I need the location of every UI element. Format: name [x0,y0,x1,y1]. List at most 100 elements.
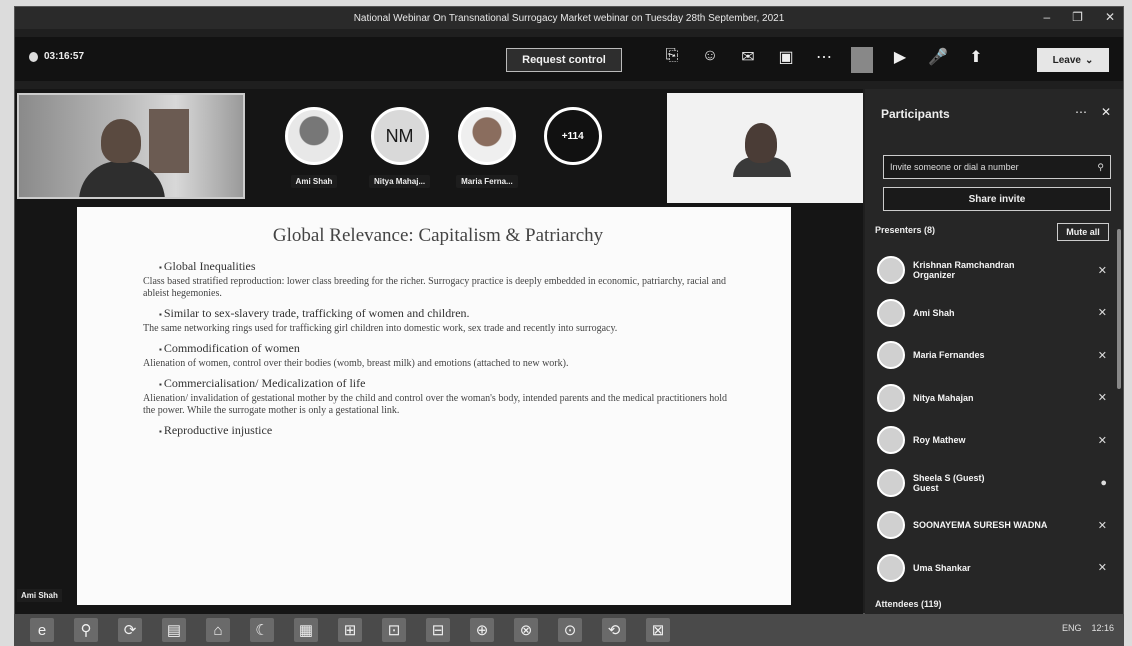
close-panel-icon[interactable]: ✕ [1101,105,1111,119]
avatar [457,107,516,165]
clock[interactable]: 12:16 [1091,623,1114,633]
slide-bullet: Global Inequalities [159,259,731,274]
leave-button[interactable]: Leave ⌄ [1037,48,1109,72]
mic-muted-icon: ✕ [1097,349,1107,362]
slide-paragraph: Alienation of women, control over their … [143,358,569,369]
slide-paragraph: Alienation/ invalidation of gestational … [143,393,728,416]
share-icon[interactable]: ⎘ [661,47,683,73]
app-icon[interactable]: ⊕ [470,618,494,642]
list-item[interactable]: Sheela S (Guest) Guest ● [877,462,1115,505]
more-icon[interactable]: ⋯ [813,47,835,73]
more-participants[interactable]: +114 [543,107,602,188]
background-shelf [149,109,189,173]
app-icon[interactable]: ⊟ [426,618,450,642]
edge-icon[interactable]: e [30,618,54,642]
close-icon[interactable]: ✕ [1105,10,1115,24]
list-item[interactable]: Nitya Mahajan ✕ [877,377,1115,420]
app-icon[interactable]: ⟳ [118,618,142,642]
list-item[interactable]: SOONAYEMA SURESH WADNA ✕ [877,504,1115,547]
slide-title: Global Relevance: Capitalism & Patriarch… [272,225,604,246]
attendees-section-header[interactable]: Attendees (119) [875,599,942,609]
teams-window: National Webinar On Transnational Surrog… [14,6,1124,615]
participant-name: Uma Shankar [913,562,971,573]
slide-bullet: Reproductive injustice [159,423,731,438]
chat-icon[interactable]: ✉ [737,47,759,73]
avatar-tile[interactable]: Maria Ferna... [456,107,518,188]
shared-slide: Global Relevance: Capitalism & Patriarch… [77,207,791,605]
avatar [877,383,905,412]
list-item[interactable]: Maria Fernandes ✕ [877,334,1115,377]
app-icon[interactable]: ⌂ [206,618,230,642]
leave-label: Leave [1052,54,1081,66]
mic-muted-icon: ✕ [1097,562,1107,575]
app-icon[interactable]: ⊠ [646,618,670,642]
presenters-section-header[interactable]: Presenters (8) [875,225,935,235]
more-options-icon[interactable]: ⋯ [1075,105,1087,119]
presenter-name-tag: Ami Shah [17,589,62,602]
chevron-down-icon[interactable]: ⌄ [1085,55,1093,66]
panel-scrollbar[interactable] [1117,229,1121,389]
toolbar-icons: ⎘ ☺ ✉ ▣ ⋯ ▶ 🎤 ⬆ [661,47,987,73]
participant-name: SOONAYEMA SURESH WADNA [913,520,1048,531]
slide-paragraph: The same networking rings used for traff… [143,323,618,334]
video-tile-participant[interactable] [667,93,863,203]
avatar [285,107,343,165]
meeting-toolbar: 03:16:57 Request control ⎘ ☺ ✉ ▣ ⋯ ▶ 🎤 ⬆… [15,37,1123,81]
video-tile-presenter[interactable] [17,93,245,199]
share-invite-button[interactable]: Share invite [883,187,1111,211]
list-item[interactable]: Uma Shankar ✕ [877,547,1115,590]
participant-name: Krishnan Ramchandran [913,260,1015,271]
list-item[interactable]: Roy Mathew ✕ [877,419,1115,462]
window-controls: – ❐ ✕ [1043,10,1115,24]
minimize-icon[interactable]: – [1043,10,1050,24]
participant-name: Roy Mathew [913,435,966,446]
slide-bullet: Commodification of women [159,341,731,356]
avatar [877,468,905,497]
toolbar-divider [851,47,873,73]
mic-muted-icon: ✕ [1097,392,1107,405]
list-item[interactable]: Ami Shah ✕ [877,292,1115,335]
search-icon[interactable]: ⚲ [74,618,98,642]
participant-face [101,119,141,163]
mic-muted-icon: ✕ [1097,519,1107,532]
share-invite-label: Share invite [968,193,1026,205]
app-icon[interactable]: ▦ [294,618,318,642]
reactions-icon[interactable]: ☺ [699,47,721,73]
avatar [877,341,905,370]
maximize-icon[interactable]: ❐ [1072,10,1083,24]
teams-taskbar-icon[interactable]: ⟲ [602,618,626,642]
app-icon[interactable]: ☾ [250,618,274,642]
language-indicator[interactable]: ENG [1062,623,1082,633]
rooms-icon[interactable]: ▣ [775,47,797,73]
invite-search-input[interactable]: Invite someone or dial a number ⚲ [883,155,1111,179]
mic-icon[interactable]: 🎤 [927,47,949,73]
avatar [877,426,905,455]
mic-on-icon: ● [1100,476,1107,489]
request-control-button[interactable]: Request control [506,48,622,72]
app-icon[interactable]: ⊙ [558,618,582,642]
shield-icon [29,51,38,62]
camera-icon[interactable]: ▶ [889,47,911,73]
avatar-tile[interactable]: NM Nitya Mahaj... [369,107,431,188]
app-icon[interactable]: ▤ [162,618,186,642]
avatar [877,298,905,327]
list-item[interactable]: Krishnan Ramchandran Organizer ✕ [877,249,1115,292]
app-icon[interactable]: ⊞ [338,618,362,642]
mic-muted-icon: ✕ [1097,434,1107,447]
app-icon[interactable]: ⊡ [382,618,406,642]
app-icon[interactable]: ⊗ [514,618,538,642]
participant-name: Ami Shah [913,307,955,318]
avatar: NM [370,107,429,165]
participant-name: Maria Fernandes [913,350,985,361]
title-bar: National Webinar On Transnational Surrog… [15,7,1123,29]
timer-text: 03:16:57 [44,51,85,62]
slide-bullet: Similar to sex-slavery trade, traffickin… [159,306,731,321]
screen-share-icon[interactable]: ⬆ [965,47,987,73]
mute-all-button[interactable]: Mute all [1057,223,1109,241]
avatar-tile[interactable]: Ami Shah [285,107,343,188]
meeting-stage: Ami Shah NM Nitya Mahaj... Maria Ferna..… [15,89,863,615]
system-tray: ENG 12:16 [1062,623,1114,633]
participant-name: Sheela S (Guest) [913,472,985,483]
participant-role: Organizer [913,270,956,281]
search-icon: ⚲ [1097,161,1104,172]
